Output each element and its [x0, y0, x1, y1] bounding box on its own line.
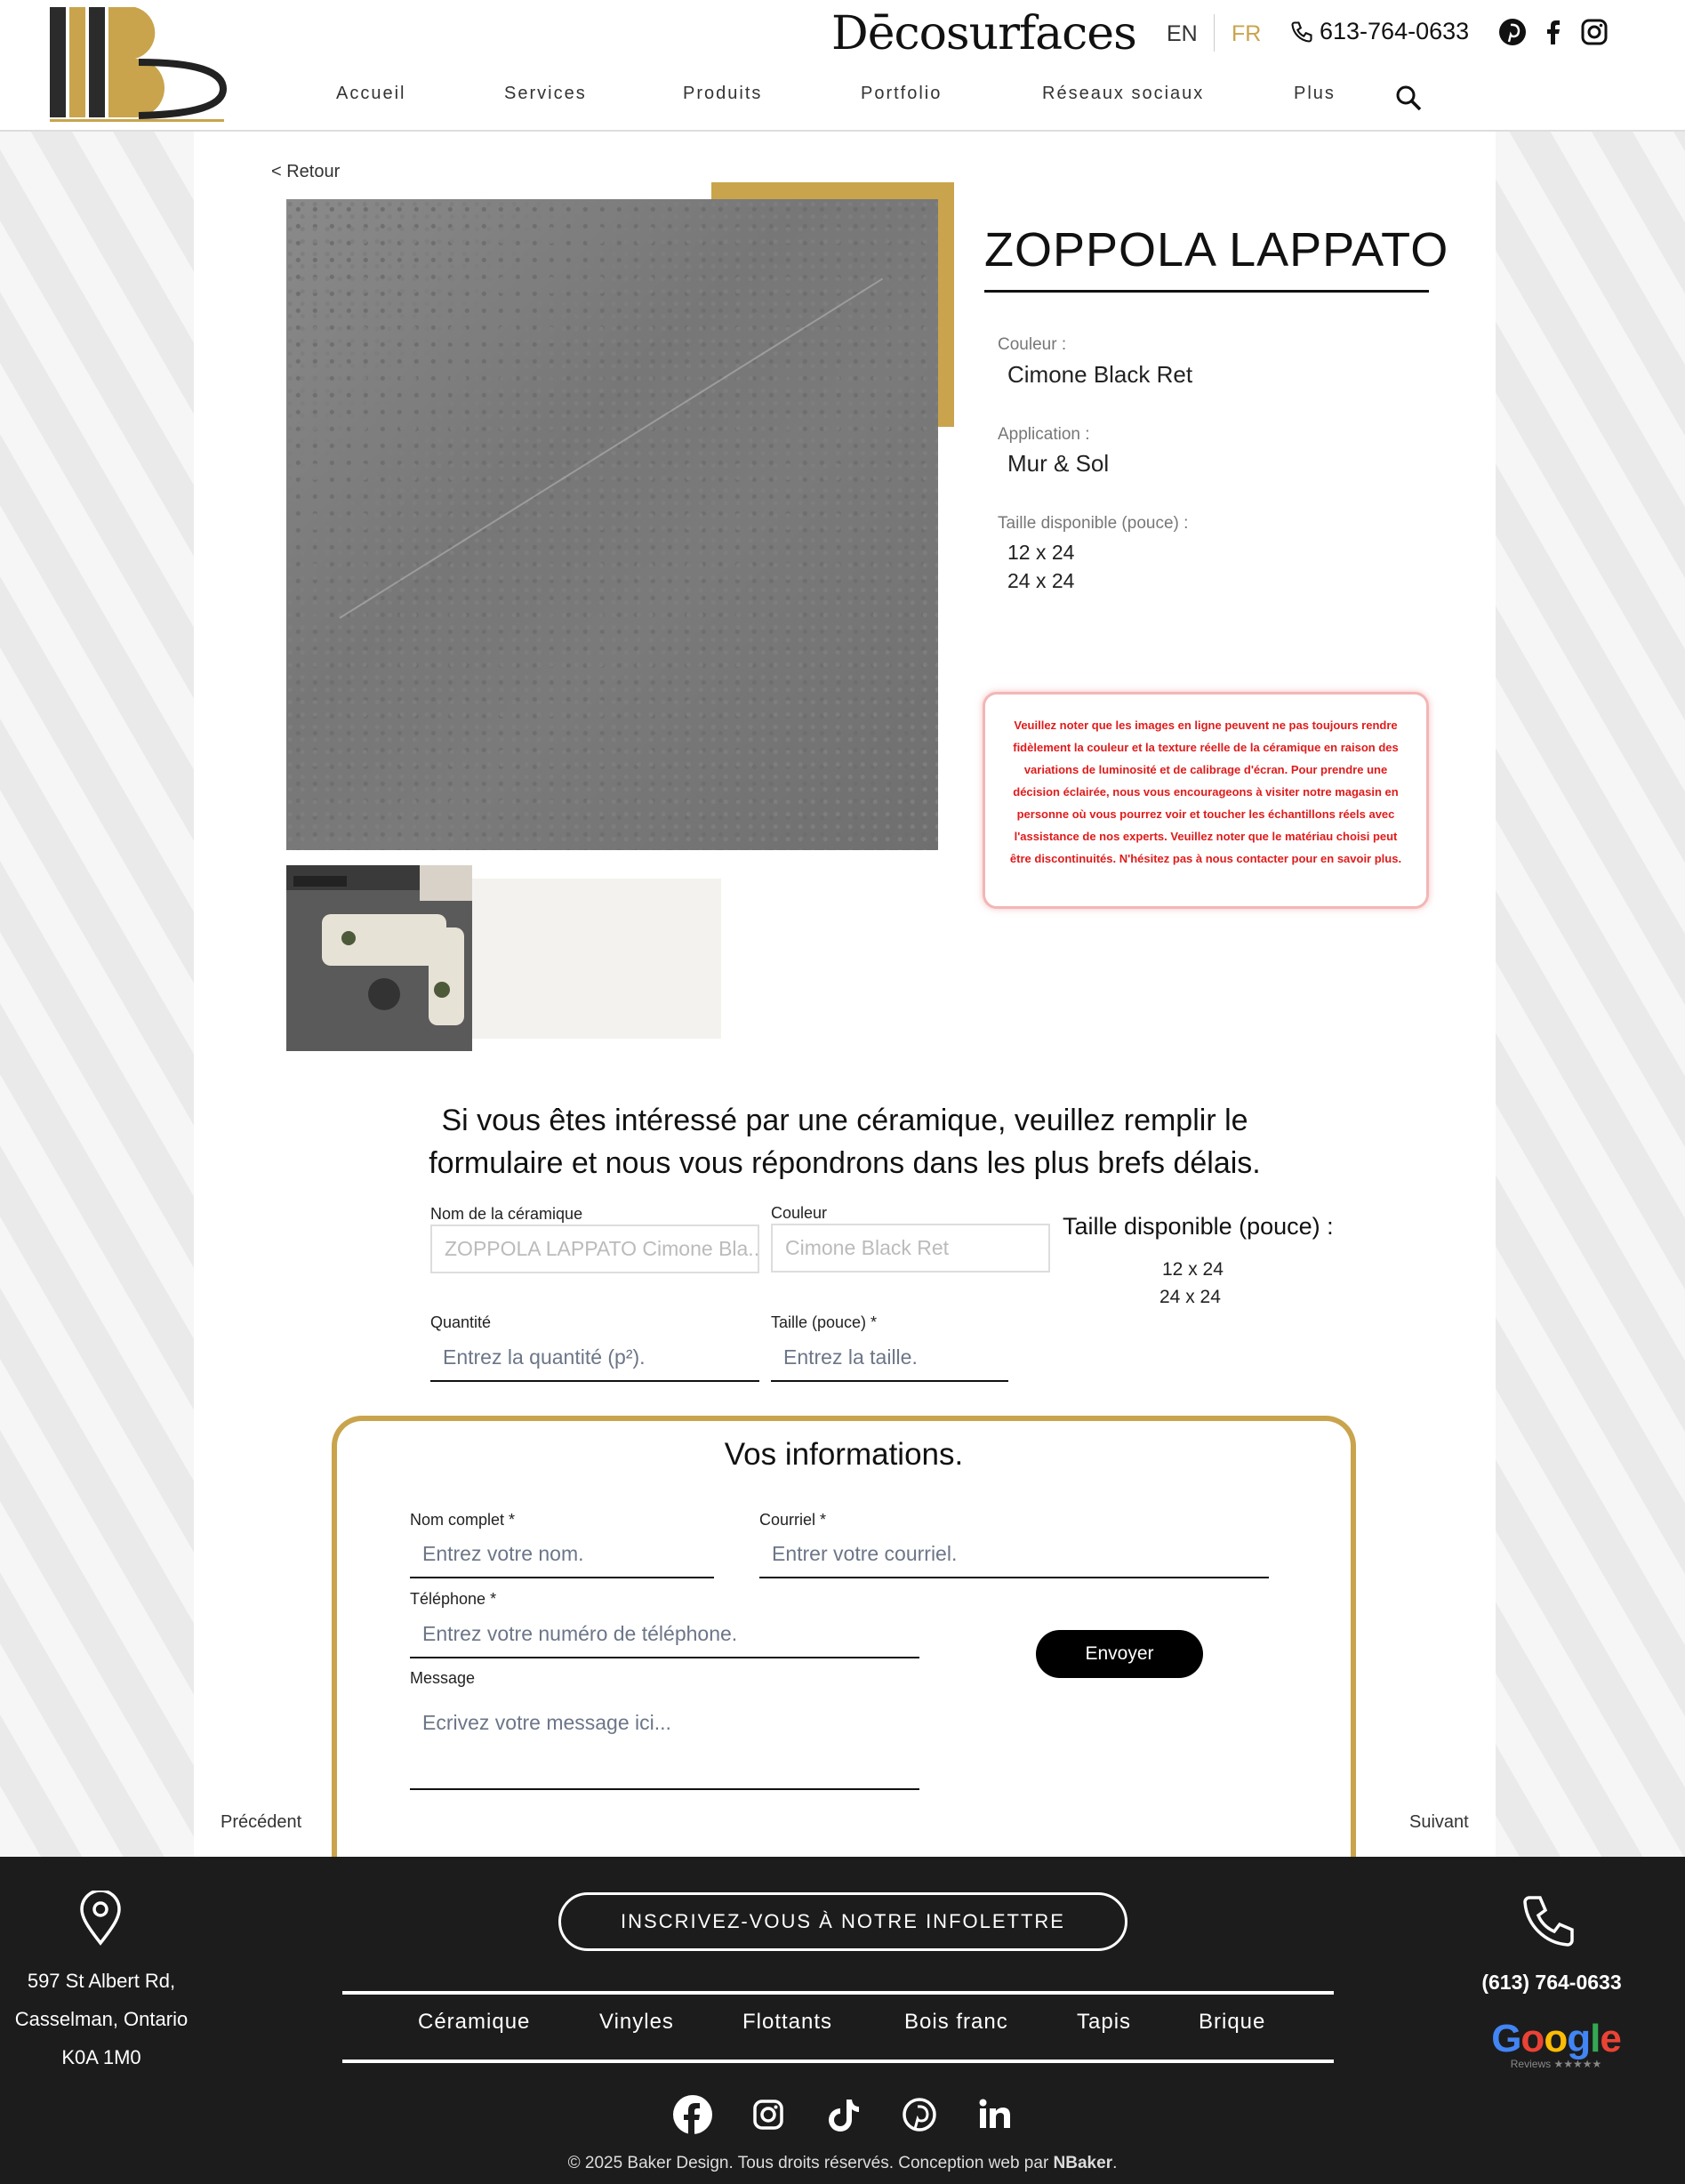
form-size-value: 12 x 24: [1162, 1259, 1224, 1280]
instagram-icon[interactable]: [1580, 18, 1609, 46]
color-disclaimer-notice: Veuillez noter que les images en ligne p…: [983, 692, 1429, 909]
lang-fr[interactable]: FR: [1232, 21, 1261, 47]
color-label: Couleur :: [998, 335, 1067, 354]
form-heading: Si vous êtes intéressé par une céramique…: [429, 1104, 1261, 1180]
name-label: Nom complet *: [410, 1511, 516, 1529]
footer-cat-tapis[interactable]: Tapis: [1077, 2010, 1131, 2035]
copyright-text: © 2025 Baker Design. Tous droits réservé…: [567, 2154, 1054, 2172]
application-label: Application :: [998, 425, 1090, 444]
google-reviews-badge[interactable]: Google Reviews ★★★★★: [1485, 2017, 1627, 2070]
footer-cat-vinyles[interactable]: Vinyles: [599, 2010, 674, 2035]
message-input[interactable]: Ecrivez votre message ici...: [410, 1694, 919, 1790]
tiktok-icon[interactable]: [823, 2094, 864, 2135]
ceramic-name-label: Nom de la céramique: [430, 1205, 583, 1223]
copyright-brand[interactable]: NBaker: [1054, 2154, 1113, 2172]
phone-icon: [1291, 20, 1312, 43]
copyright: © 2025 Baker Design. Tous droits réservé…: [0, 2154, 1685, 2173]
location-pin-icon: [80, 1891, 121, 1946]
info-title: Vos informations.: [724, 1437, 964, 1472]
color-value: Cimone Black Ret: [1007, 361, 1193, 388]
header-phone-text: 613-764-0633: [1320, 18, 1470, 44]
footer-phone[interactable]: (613) 764-0633: [1458, 1971, 1645, 1995]
divider: [342, 2060, 1334, 2063]
product-main-image[interactable]: [286, 199, 938, 850]
newsletter-button[interactable]: INSCRIVEZ-VOUS À NOTRE INFOLETTRE: [558, 1892, 1127, 1951]
sizes-label: Taille disponible (pouce) :: [998, 514, 1189, 533]
quantity-input[interactable]: Entrez la quantité (p²).: [430, 1333, 759, 1382]
size-value: 12 x 24: [1007, 541, 1075, 564]
back-link[interactable]: < Retour: [271, 162, 340, 182]
address-line: K0A 1M0: [61, 2046, 141, 2068]
phone-label: Téléphone *: [410, 1590, 497, 1608]
footer-address: 597 St Albert Rd, Casselman, Ontario K0A…: [0, 1962, 203, 2076]
pinterest-icon[interactable]: [899, 2094, 940, 2135]
size-value: 24 x 24: [1007, 569, 1075, 592]
form-size-value: 24 x 24: [1159, 1287, 1221, 1307]
nav-portfolio[interactable]: Portfolio: [861, 84, 942, 104]
previous-link[interactable]: Précédent: [221, 1812, 301, 1833]
copyright-end: .: [1112, 2154, 1118, 2172]
header-phone[interactable]: 613-764-0633: [1289, 18, 1469, 45]
nav-produits[interactable]: Produits: [683, 84, 762, 104]
email-input[interactable]: Entrer votre courriel.: [759, 1530, 1269, 1578]
application-value: Mur & Sol: [1007, 450, 1110, 477]
ceramic-name-field[interactable]: ZOPPOLA LAPPATO Cimone Bla...: [430, 1224, 759, 1273]
name-input[interactable]: Entrez votre nom.: [410, 1530, 714, 1578]
footer-cat-ceramique[interactable]: Céramique: [418, 2010, 530, 2035]
address-line: 597 St Albert Rd,: [27, 1970, 176, 1992]
search-icon[interactable]: [1394, 84, 1423, 112]
phone-icon: [1523, 1896, 1574, 1947]
email-label: Courriel *: [759, 1511, 827, 1529]
size-input[interactable]: Entrez la taille.: [771, 1333, 1008, 1382]
divider: [984, 290, 1429, 293]
footer-cat-flottants[interactable]: Flottants: [742, 2010, 832, 2035]
facebook-icon[interactable]: [1539, 18, 1568, 46]
nav-plus[interactable]: Plus: [1294, 84, 1336, 104]
quantity-label: Quantité: [430, 1313, 492, 1331]
color-field[interactable]: Cimone Black Ret: [771, 1224, 1050, 1273]
pinterest-icon[interactable]: [1498, 18, 1527, 46]
next-link[interactable]: Suivant: [1409, 1812, 1469, 1833]
divider: [1214, 14, 1215, 52]
size-field-label: Taille (pouce) *: [771, 1313, 878, 1331]
nav-reseaux-sociaux[interactable]: Réseaux sociaux: [1042, 84, 1204, 104]
product-thumbnail-blank[interactable]: [472, 879, 721, 1039]
footer-cat-brique[interactable]: Brique: [1199, 2010, 1265, 2035]
facebook-icon[interactable]: [672, 2094, 713, 2135]
phone-input[interactable]: Entrez votre numéro de téléphone.: [410, 1610, 919, 1658]
instagram-icon[interactable]: [748, 2094, 789, 2135]
linkedin-icon[interactable]: [975, 2094, 1015, 2135]
color-field-label: Couleur: [771, 1204, 828, 1222]
product-thumbnail-room[interactable]: [286, 865, 472, 1051]
address-line: Casselman, Ontario: [14, 2008, 189, 2030]
site-header: Dēcosurfaces EN FR 613-764-0633 Accueil …: [0, 0, 1685, 132]
divider: [342, 1991, 1334, 1995]
form-sizes-title: Taille disponible (pouce) :: [1063, 1213, 1334, 1240]
nav-services[interactable]: Services: [504, 84, 587, 104]
message-label: Message: [410, 1669, 476, 1687]
nav-accueil[interactable]: Accueil: [336, 84, 405, 104]
lang-en[interactable]: EN: [1167, 21, 1198, 47]
footer-cat-bois-franc[interactable]: Bois franc: [904, 2010, 1008, 2035]
product-title: ZOPPOLA LAPPATO: [984, 223, 1449, 277]
main-nav: Accueil Services Produits Portfolio Rése…: [0, 84, 1685, 110]
brand-name: Dēcosurfaces: [831, 7, 1137, 60]
google-logo: Google: [1491, 2017, 1622, 2060]
send-button[interactable]: Envoyer: [1036, 1630, 1203, 1678]
